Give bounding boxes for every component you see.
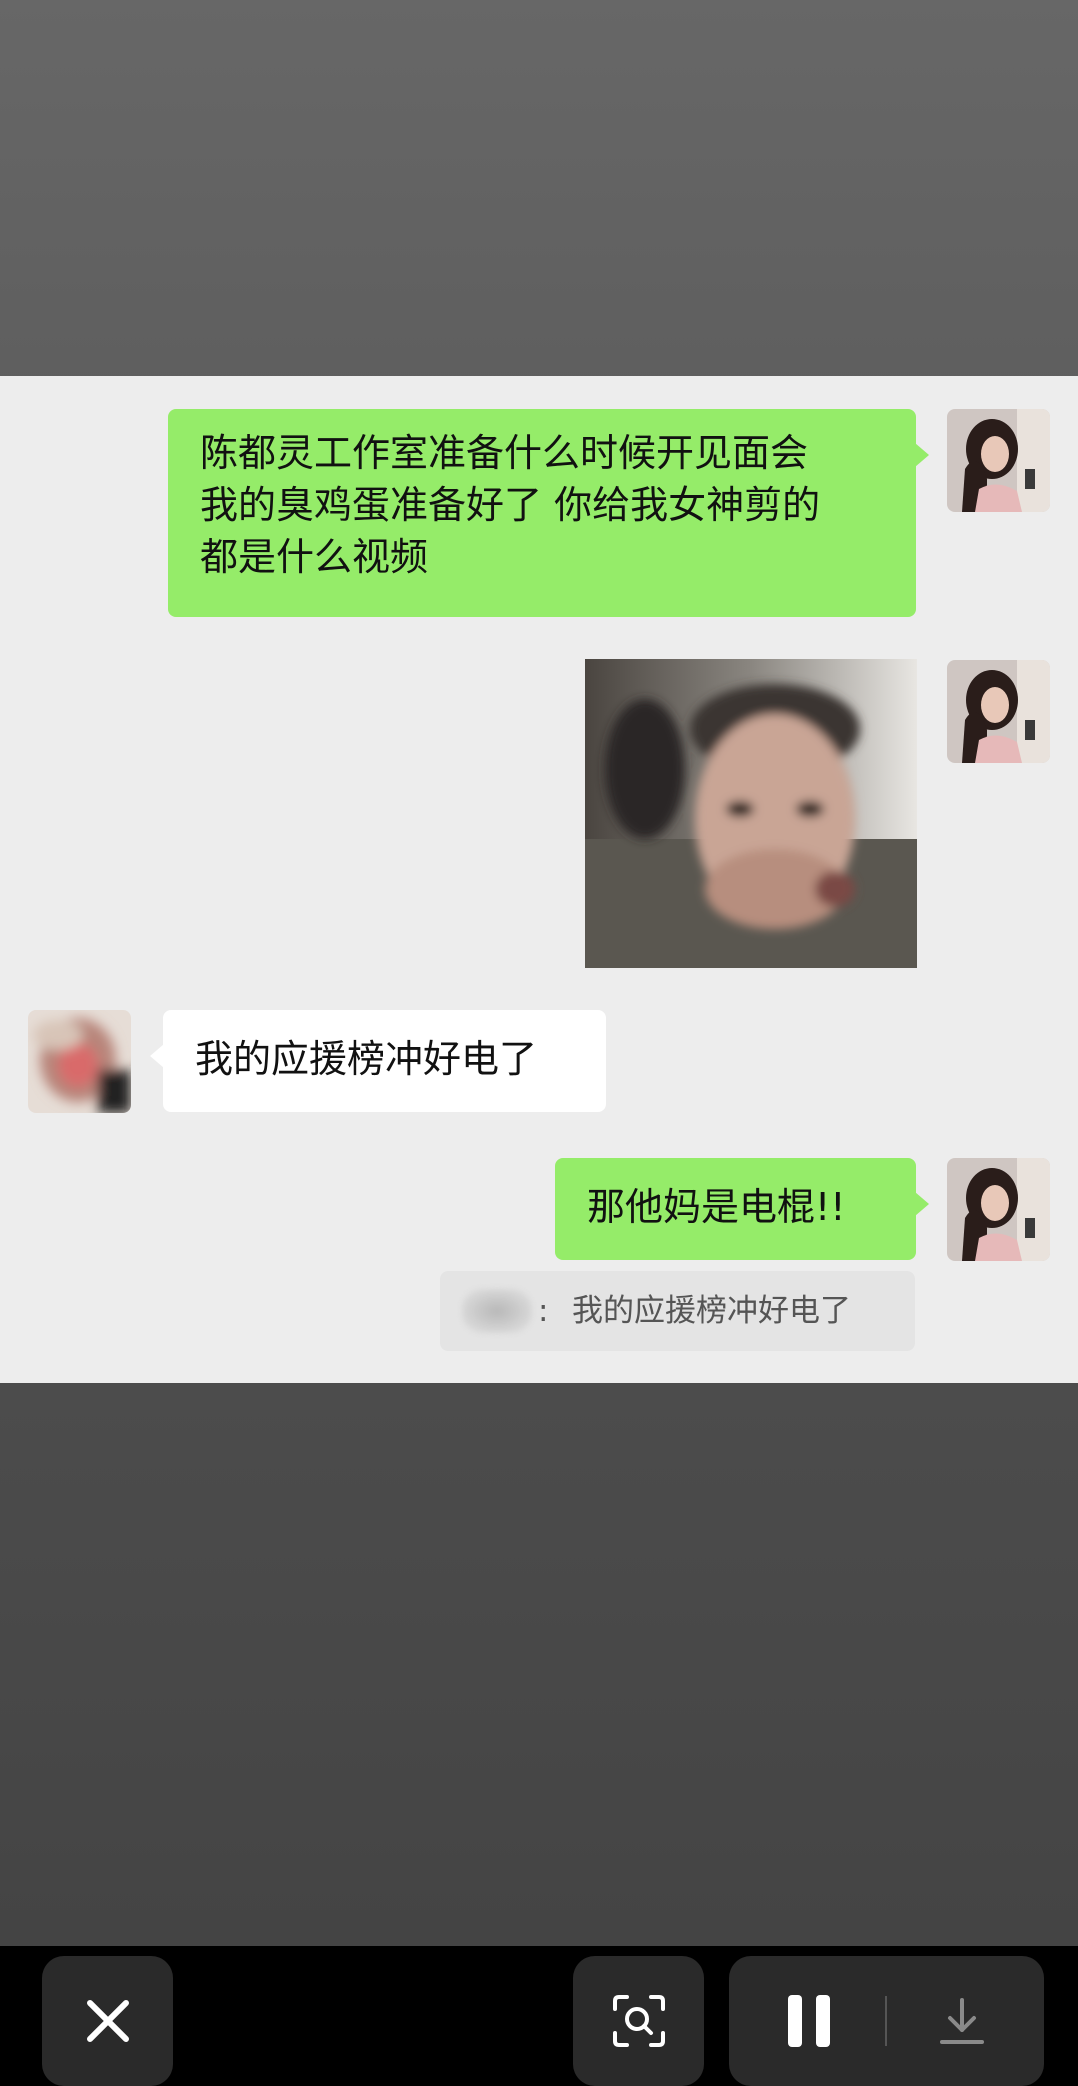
media-controls (729, 1956, 1044, 2086)
viewer-toolbar (0, 1946, 1078, 2086)
download-button[interactable] (922, 1988, 1002, 2054)
message-image-outgoing[interactable] (585, 659, 917, 968)
scan-search-icon (612, 1995, 665, 2047)
toolbar-divider (885, 1996, 887, 2046)
close-button[interactable] (42, 1956, 173, 2086)
message-bubble-outgoing-1[interactable]: 陈都灵工作室准备什么时候开见面会 我的臭鸡蛋准备好了 你给我女神剪的 都是什么视… (168, 409, 929, 617)
quoted-text: 我的应援榜冲好电了 (572, 1293, 851, 1329)
message-line: 都是什么视频 (200, 535, 429, 579)
message-line: 我的臭鸡蛋准备好了 你给我女神剪的 (200, 483, 821, 527)
bubble-tail (915, 443, 929, 467)
message-text: 那他妈是电棍!! (587, 1185, 846, 1229)
avatar-self[interactable] (947, 409, 1050, 512)
bubble-tail (915, 1192, 929, 1216)
close-icon (86, 2000, 129, 2042)
pause-button[interactable] (769, 1988, 849, 2054)
message-text: 我的应援榜冲好电了 (195, 1037, 538, 1081)
download-icon (940, 1998, 984, 2044)
avatar-self[interactable] (947, 660, 1050, 763)
quoted-message[interactable]: : 我的应援榜冲好电了 (440, 1271, 915, 1351)
bubble-tail (150, 1044, 164, 1068)
message-line: 陈都灵工作室准备什么时候开见面会 (200, 431, 809, 475)
message-bubble-incoming[interactable]: 我的应援榜冲好电了 (150, 1010, 606, 1112)
avatar-contact[interactable] (28, 1010, 131, 1113)
quote-colon: : (538, 1293, 549, 1329)
quoted-sender-name-blurred (462, 1289, 532, 1333)
message-bubble-outgoing-2[interactable]: 那他妈是电棍!! (555, 1158, 929, 1260)
pause-icon (788, 1995, 830, 2047)
avatar-self[interactable] (947, 1158, 1050, 1261)
chat-screenshot: 陈都灵工作室准备什么时候开见面会 我的臭鸡蛋准备好了 你给我女神剪的 都是什么视… (0, 376, 1078, 1383)
scan-search-button[interactable] (573, 1956, 704, 2086)
